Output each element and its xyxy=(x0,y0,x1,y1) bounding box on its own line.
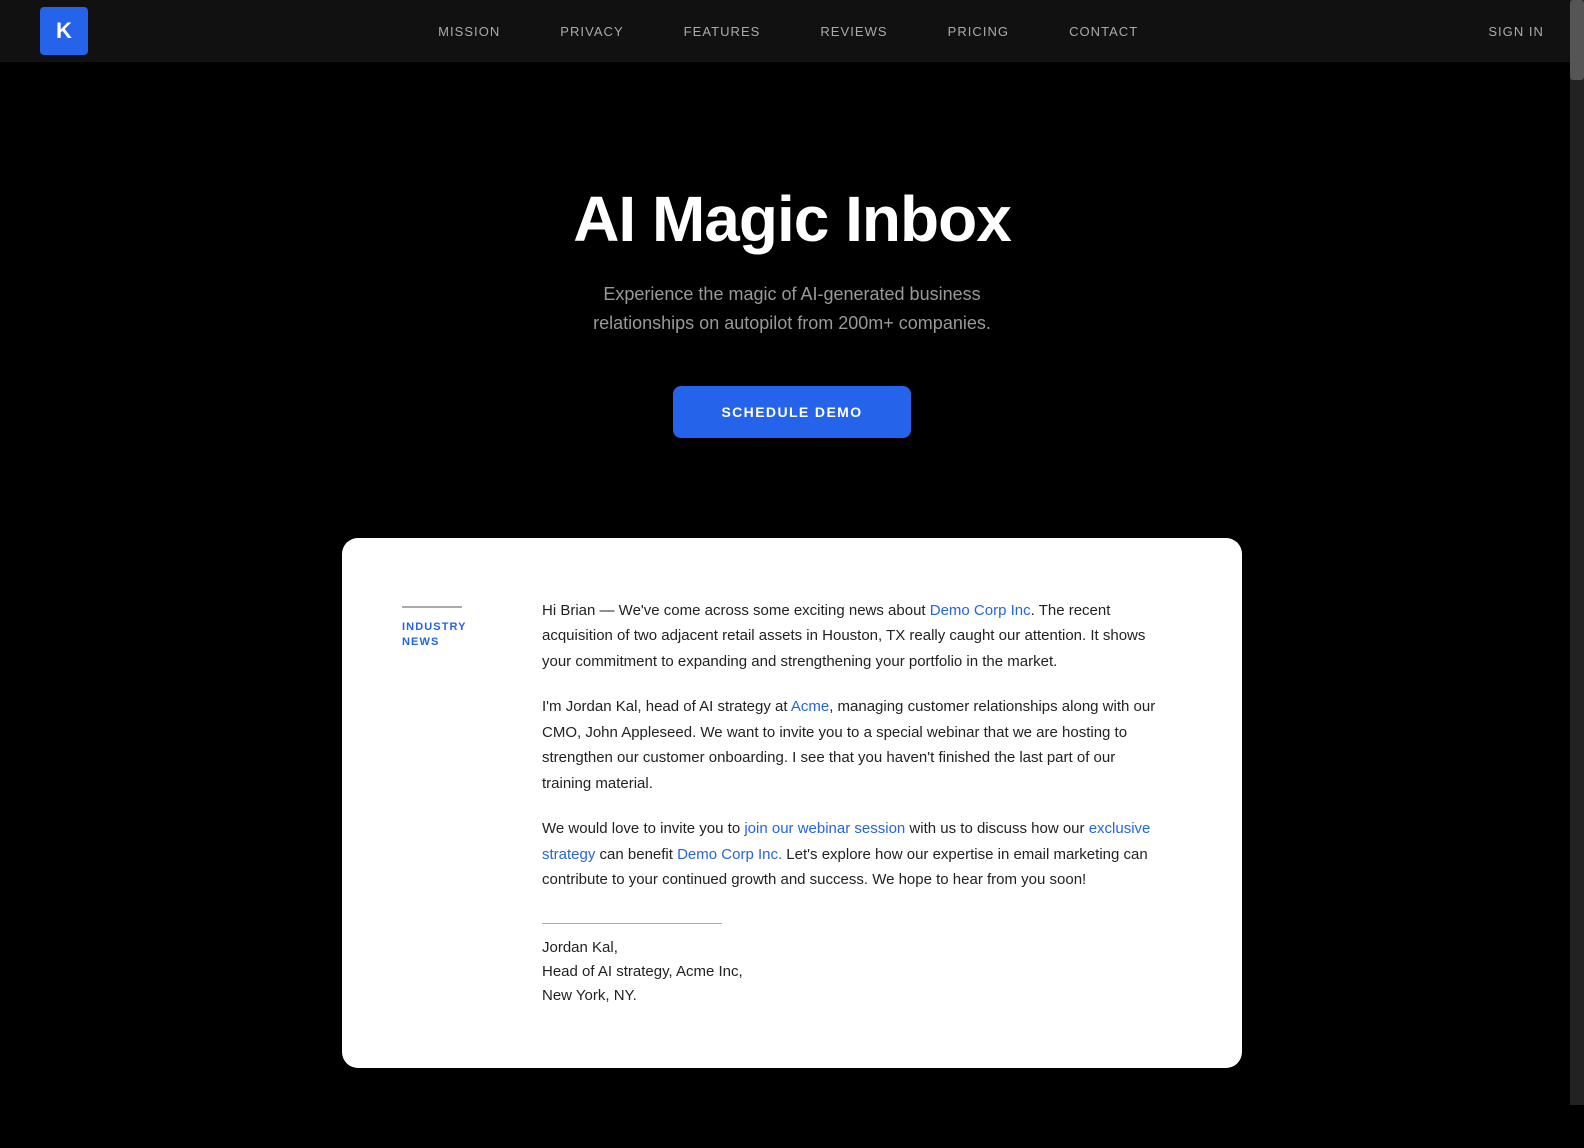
nav-features[interactable]: FEATURES xyxy=(684,24,761,39)
nav-links: MISSION PRIVACY FEATURES REVIEWS PRICING… xyxy=(128,24,1448,39)
hero-title: AI Magic Inbox xyxy=(573,182,1011,256)
nav-reviews[interactable]: REVIEWS xyxy=(820,24,887,39)
email-tag-label: INDUSTRY NEWS xyxy=(402,620,502,651)
email-card-section: INDUSTRY NEWS Hi Brian — We've come acro… xyxy=(0,538,1584,1148)
email-tag: INDUSTRY NEWS xyxy=(402,598,502,1008)
logo[interactable]: K xyxy=(40,7,88,55)
demo-corp-link-1[interactable]: Demo Corp Inc xyxy=(930,602,1031,619)
signature-divider xyxy=(542,923,722,924)
demo-corp-link-2[interactable]: Demo Corp Inc. xyxy=(677,846,782,863)
email-paragraph-2: I'm Jordan Kal, head of AI strategy at A… xyxy=(542,694,1162,796)
navbar: K MISSION PRIVACY FEATURES REVIEWS PRICI… xyxy=(0,0,1584,62)
nav-pricing[interactable]: PRICING xyxy=(948,24,1009,39)
scrollbar-thumb[interactable] xyxy=(1570,0,1584,80)
signature-block: Jordan Kal, Head of AI strategy, Acme In… xyxy=(542,936,1162,1008)
nav-privacy[interactable]: PRIVACY xyxy=(560,24,623,39)
hero-section: AI Magic Inbox Experience the magic of A… xyxy=(0,62,1584,538)
email-paragraph-1: Hi Brian — We've come across some exciti… xyxy=(542,598,1162,675)
schedule-demo-button[interactable]: SCHEDULE DEMO xyxy=(673,386,910,438)
hero-subtitle: Experience the magic of AI-generated bus… xyxy=(552,280,1032,338)
email-paragraph-3: We would love to invite you to join our … xyxy=(542,816,1162,893)
nav-mission[interactable]: MISSION xyxy=(438,24,500,39)
signature-name: Jordan Kal, xyxy=(542,936,1162,960)
email-card: INDUSTRY NEWS Hi Brian — We've come acro… xyxy=(342,538,1242,1068)
email-body: Hi Brian — We've come across some exciti… xyxy=(542,598,1162,1008)
signature-location: New York, NY. xyxy=(542,984,1162,1008)
acme-link[interactable]: Acme xyxy=(791,698,829,715)
tag-line xyxy=(402,606,462,608)
scrollbar-track[interactable] xyxy=(1570,0,1584,1105)
join-webinar-link[interactable]: join our webinar session xyxy=(744,820,905,837)
signature-title: Head of AI strategy, Acme Inc, xyxy=(542,960,1162,984)
nav-contact[interactable]: CONTACT xyxy=(1069,24,1138,39)
nav-signin[interactable]: SIGN IN xyxy=(1488,24,1544,39)
